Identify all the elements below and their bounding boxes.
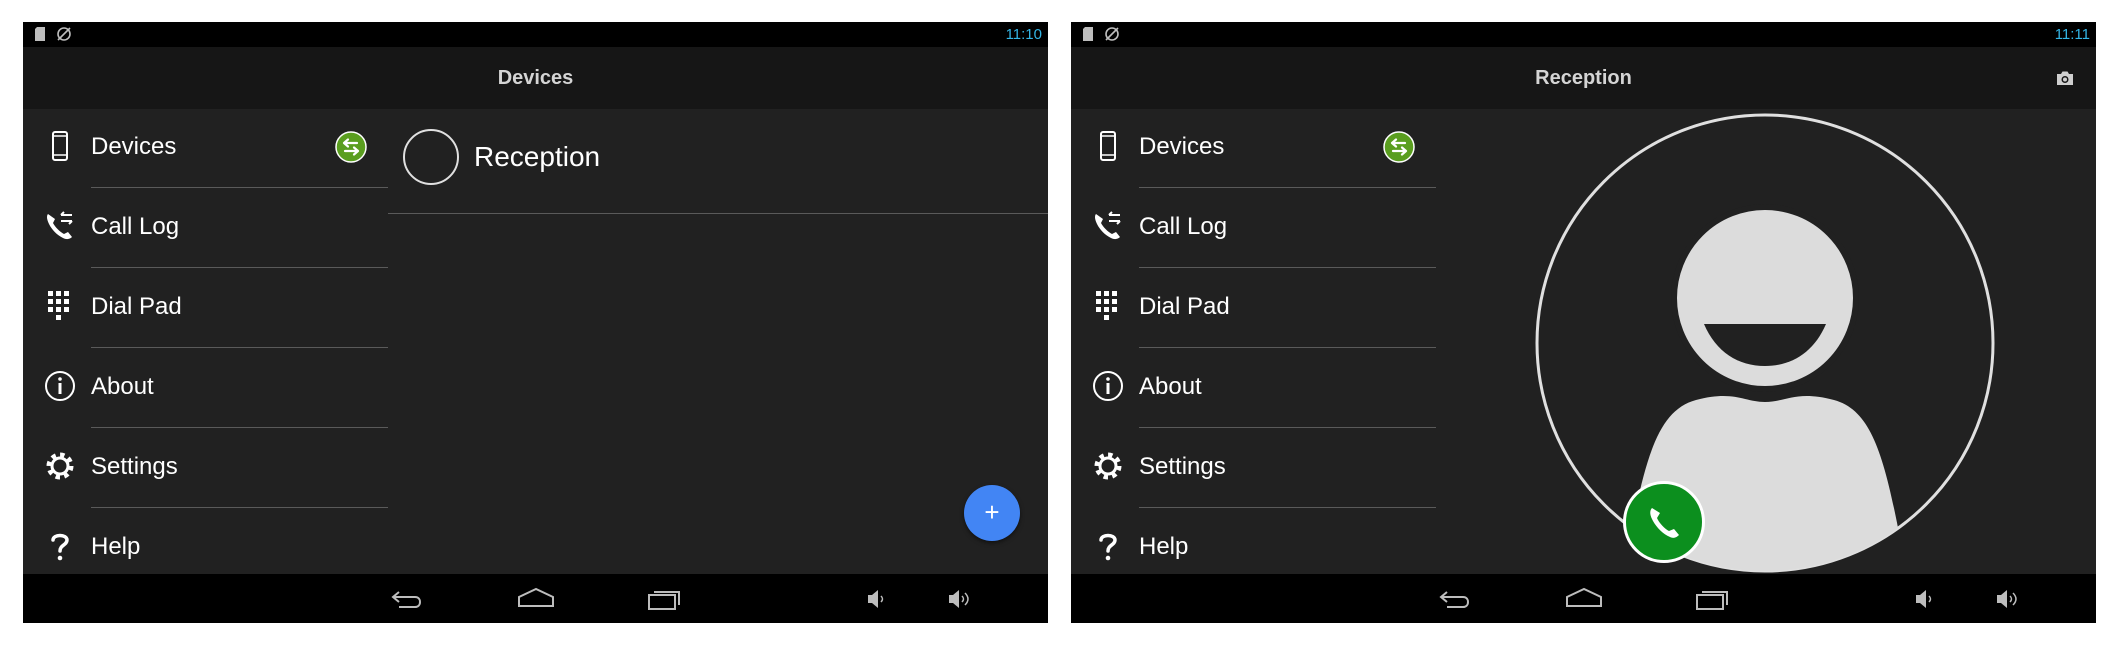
nav-item-dial-pad[interactable]: Dial Pad (1071, 269, 1436, 349)
divider (1139, 187, 1436, 188)
nav-item-label: Devices (1139, 133, 1225, 160)
system-nav-bar (23, 574, 1048, 623)
status-bar: 11:10 (23, 22, 1048, 47)
sync-icon (1383, 131, 1415, 163)
nav-item-call-log[interactable]: Call Log (1071, 189, 1436, 269)
camera-icon[interactable] (2056, 70, 2074, 86)
dialpad-icon (48, 291, 69, 320)
volume-up-icon[interactable] (1994, 584, 2020, 614)
nav-item-call-log[interactable]: Call Log (23, 189, 388, 269)
devices-screen: 11:10 Devices Devices Call Log Dial Pad … (23, 22, 1048, 623)
status-bar: 11:11 (1071, 22, 2096, 47)
device-avatar (403, 129, 459, 185)
nav-item-label: About (91, 373, 154, 400)
status-clock: 11:10 (1005, 26, 1042, 43)
help-icon (1099, 533, 1117, 561)
nav-item-label: Help (1139, 533, 1189, 560)
add-device-button[interactable]: + (964, 485, 1020, 541)
divider (388, 213, 1048, 214)
call-log-icon (1095, 211, 1121, 240)
call-button[interactable] (1623, 481, 1705, 563)
nav-item-label: Devices (91, 133, 177, 160)
rotation-locked-icon (57, 27, 71, 41)
navigation-drawer: Devices Call Log Dial Pad About Settings… (23, 109, 388, 596)
nav-item-label: Call Log (1139, 213, 1228, 240)
home-icon[interactable] (1565, 584, 1603, 614)
recent-apps-icon[interactable] (1694, 584, 1730, 614)
phone-call-icon (1650, 508, 1679, 538)
status-clock: 11:11 (2054, 26, 2090, 43)
call-log-icon (47, 211, 73, 240)
divider (1139, 267, 1436, 268)
page-title: Reception (1535, 67, 1632, 89)
divider (91, 347, 388, 348)
nav-item-label: About (1139, 373, 1202, 400)
home-icon[interactable] (517, 584, 555, 614)
volume-up-icon[interactable] (946, 584, 972, 614)
back-icon[interactable] (389, 584, 425, 614)
nav-item-label: Settings (1139, 453, 1226, 480)
info-icon (45, 371, 75, 401)
divider (1139, 507, 1436, 508)
recent-apps-icon[interactable] (646, 584, 682, 614)
divider (91, 187, 388, 188)
nav-item-about[interactable]: About (1071, 349, 1436, 429)
device-name: Reception (474, 141, 601, 172)
volume-down-icon[interactable] (1913, 584, 1935, 614)
nav-item-dial-pad[interactable]: Dial Pad (23, 269, 388, 349)
sync-icon (335, 131, 367, 163)
volume-down-icon[interactable] (865, 584, 887, 614)
phone-icon (52, 131, 68, 161)
gear-icon (46, 452, 74, 480)
phone-icon (1100, 131, 1116, 161)
divider (1139, 347, 1436, 348)
sd-card-icon (1083, 27, 1093, 41)
navigation-drawer: Devices Call Log Dial Pad About Settings… (1071, 109, 1436, 596)
nav-item-label: Dial Pad (1139, 293, 1230, 320)
nav-item-about[interactable]: About (23, 349, 388, 429)
divider (91, 507, 388, 508)
reception-call-screen: 11:11 Reception Devices Call Log Dial Pa… (1071, 22, 2096, 623)
page-title: Devices (497, 67, 574, 89)
action-bar: Devices (23, 47, 1048, 109)
contact-avatar-icon (1535, 113, 1995, 573)
back-icon[interactable] (1437, 584, 1473, 614)
nav-item-label: Call Log (91, 213, 180, 240)
nav-item-label: Settings (91, 453, 178, 480)
rotation-locked-icon (1105, 27, 1119, 41)
nav-item-label: Dial Pad (91, 293, 182, 320)
nav-item-devices[interactable]: Devices (23, 109, 388, 189)
action-bar: Reception (1071, 47, 2096, 109)
info-icon (1093, 371, 1123, 401)
nav-item-label: Help (91, 533, 141, 560)
system-nav-bar (1071, 574, 2096, 623)
help-icon (51, 533, 69, 561)
divider (91, 267, 388, 268)
divider (91, 427, 388, 428)
divider (1139, 427, 1436, 428)
sd-card-icon (35, 27, 45, 41)
gear-icon (1094, 452, 1122, 480)
device-list-item[interactable]: Reception (388, 109, 1048, 215)
nav-item-devices[interactable]: Devices (1071, 109, 1436, 189)
nav-item-settings[interactable]: Settings (1071, 429, 1436, 509)
nav-item-settings[interactable]: Settings (23, 429, 388, 509)
dialpad-icon (1096, 291, 1117, 320)
